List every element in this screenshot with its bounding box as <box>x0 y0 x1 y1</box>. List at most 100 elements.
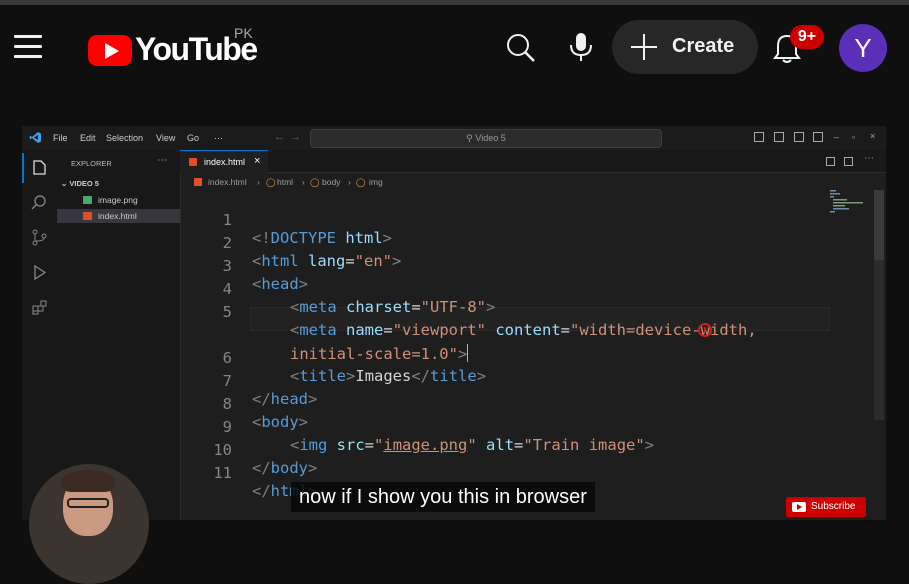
menu-file[interactable]: File <box>53 133 68 143</box>
code-line: 9 <img src="image.png" alt="Train image"… <box>180 400 654 454</box>
html-file-icon <box>83 212 92 220</box>
explorer-title: EXPLORER <box>71 159 112 168</box>
line-code: <meta charset="UTF-8"> <box>290 298 496 316</box>
country-code: PK <box>234 25 253 41</box>
code-line-wrapped: initial-scale=1.0"> <box>180 308 469 363</box>
line-code: <meta name="viewport" content="width=dev… <box>290 321 757 339</box>
minimize-icon[interactable]: – <box>834 132 839 142</box>
menu-more[interactable]: ⋯ <box>214 133 223 144</box>
line-code: initial-scale=1.0"> <box>290 344 469 363</box>
explorer-more-icon[interactable]: ⋯ <box>157 155 167 166</box>
tab-close-icon[interactable]: × <box>254 155 260 167</box>
run-debug-icon[interactable] <box>31 264 48 281</box>
vertical-scrollbar[interactable] <box>874 190 884 420</box>
notification-badge: 9+ <box>790 25 824 49</box>
code-line: 4 <meta charset="UTF-8"> <box>180 262 496 316</box>
back-arrow-icon[interactable]: ← <box>274 131 285 143</box>
youtube-logo[interactable]: YouTube PK <box>88 25 258 71</box>
menu-go[interactable]: Go <box>187 133 199 143</box>
chevron-right-icon: › <box>348 177 351 187</box>
html-file-icon <box>189 158 197 166</box>
line-code: <img src="image.png" alt="Train image"> <box>290 436 655 454</box>
code-line: 1 <!DOCTYPE html> <box>180 193 392 247</box>
file-label: image.png <box>98 195 138 205</box>
avatar[interactable]: Y <box>839 24 887 72</box>
subscribe-button[interactable]: Subscribe <box>786 497 866 517</box>
file-label: index.html <box>98 211 137 221</box>
chevron-right-icon: › <box>257 177 260 187</box>
code-line: 5 <meta name="viewport" content="width=d… <box>180 285 757 339</box>
search-icon-small: ⚲ <box>466 133 476 143</box>
webcam-overlay <box>29 464 149 584</box>
tag-icon: ◯ <box>266 177 276 187</box>
activity-bar <box>22 150 57 520</box>
menu-selection[interactable]: Selection <box>106 133 143 143</box>
line-code: <!DOCTYPE html> <box>252 229 393 247</box>
video-player[interactable]: File Edit Selection View Go ⋯ ← → ⚲ Vide… <box>22 126 886 520</box>
menu-icon[interactable] <box>14 35 42 59</box>
forward-arrow-icon[interactable]: → <box>290 131 301 143</box>
presenter-hair <box>61 470 115 492</box>
subscribe-label: Subscribe <box>811 501 856 512</box>
file-item-image[interactable]: image.png <box>57 193 180 207</box>
youtube-play-icon <box>792 502 806 512</box>
split-icon[interactable] <box>794 132 804 142</box>
split-editor-icon[interactable] <box>844 157 853 166</box>
code-line: 8 <body> <box>180 377 308 431</box>
line-code: <title>Images</title> <box>290 367 487 385</box>
file-item-index[interactable]: index.html <box>57 209 180 223</box>
code-line: 11 </html> <box>180 446 317 500</box>
close-icon[interactable]: × <box>870 131 875 141</box>
minimap[interactable] <box>830 190 870 220</box>
search-icon[interactable] <box>506 33 536 63</box>
panel-icon[interactable] <box>774 132 784 142</box>
scrollbar-thumb[interactable] <box>874 190 884 260</box>
plus-icon <box>631 34 657 60</box>
line-code: </head> <box>252 390 318 408</box>
youtube-header: YouTube PK Create 9+ Y <box>0 5 909 91</box>
chevron-right-icon: › <box>302 177 305 187</box>
menu-edit[interactable]: Edit <box>80 133 96 143</box>
line-code: <head> <box>252 275 309 293</box>
create-button[interactable]: Create <box>612 20 758 74</box>
folder-item[interactable]: ⌄ VIDEO 5 <box>61 179 99 188</box>
breadcrumb-item[interactable]: body <box>322 177 340 187</box>
mic-icon[interactable] <box>568 31 594 63</box>
line-code: <body> <box>252 413 309 431</box>
line-code: <html lang="en"> <box>252 252 402 270</box>
search-icon[interactable] <box>31 194 48 211</box>
vscode-titlebar: File Edit Selection View Go ⋯ ← → ⚲ Vide… <box>22 126 886 150</box>
breadcrumb-item[interactable]: index.html <box>208 177 247 187</box>
tag-icon: ◯ <box>356 177 366 187</box>
mouse-pointer-icon <box>698 323 712 337</box>
source-control-icon[interactable] <box>31 229 48 246</box>
html-file-icon <box>194 178 202 186</box>
breadcrumb: index.html › ◯ html › ◯ body › ◯ img <box>180 174 860 190</box>
code-line: 10 </body> <box>180 423 317 477</box>
create-label: Create <box>672 35 735 57</box>
tab-label: index.html <box>204 157 246 167</box>
search-text: Video 5 <box>475 133 506 143</box>
code-line: 3 <head> <box>180 239 308 293</box>
tab-index-html[interactable]: index.html × <box>180 150 268 174</box>
folder-label: VIDEO 5 <box>69 179 99 188</box>
code-editor[interactable]: 1 <!DOCTYPE html> 2 <html lang="en"> 3 <… <box>180 190 870 500</box>
menu-view[interactable]: View <box>156 133 175 143</box>
breadcrumb-item[interactable]: html <box>277 177 293 187</box>
files-icon[interactable] <box>31 159 48 176</box>
extensions-icon[interactable] <box>31 299 48 316</box>
text-cursor <box>467 344 469 362</box>
layout-icon[interactable] <box>754 132 764 142</box>
image-file-icon <box>83 196 92 204</box>
restore-icon[interactable]: ▫ <box>852 132 855 142</box>
customize-layout-icon[interactable] <box>813 132 823 142</box>
more-actions-icon[interactable]: ⋯ <box>864 153 874 164</box>
youtube-play-icon <box>88 35 132 66</box>
open-preview-icon[interactable] <box>826 157 835 166</box>
code-line: 7 </head> <box>180 354 318 408</box>
breadcrumb-item[interactable]: img <box>369 177 383 187</box>
code-line: 6 <title>Images</title> <box>180 331 486 385</box>
command-search[interactable]: ⚲ Video 5 <box>310 129 662 148</box>
line-code: </body> <box>252 459 318 477</box>
video-caption: now if I show you this in browser <box>291 482 595 512</box>
